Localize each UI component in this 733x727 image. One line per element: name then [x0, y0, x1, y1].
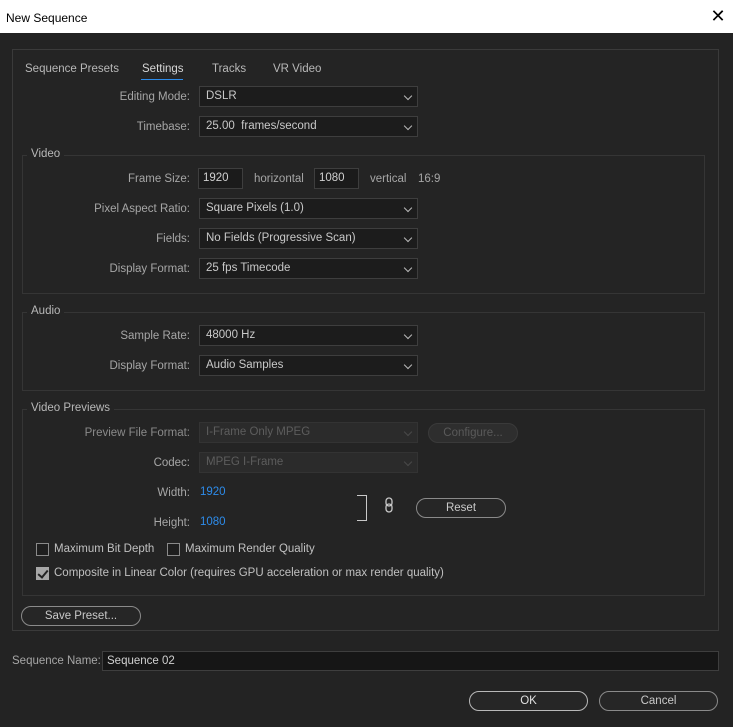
chevron-down-icon	[403, 121, 413, 131]
sequence-name-label: Sequence Name:	[12, 655, 101, 667]
chevron-down-icon	[403, 330, 413, 340]
pixel-aspect-value: Square Pixels (1.0)	[206, 202, 304, 214]
tab-sequence-presets[interactable]: Sequence Presets	[25, 63, 119, 75]
composite-linear-checkbox[interactable]	[36, 567, 49, 580]
preview-file-format-label: Preview File Format:	[84, 427, 190, 439]
vertical-label: vertical	[370, 173, 407, 185]
fields-value: No Fields (Progressive Scan)	[206, 232, 356, 244]
save-preset-button[interactable]: Save Preset...	[21, 606, 141, 626]
video-display-format-value: 25 fps Timecode	[206, 262, 291, 274]
preview-width-label: Width:	[157, 487, 190, 499]
link-icon[interactable]	[382, 496, 396, 514]
frame-width-input[interactable]: 1920	[198, 168, 243, 189]
chevron-down-icon	[403, 203, 413, 213]
horizontal-label: horizontal	[254, 173, 304, 185]
chevron-down-icon	[403, 360, 413, 370]
fields-dropdown[interactable]: No Fields (Progressive Scan)	[199, 228, 418, 249]
timebase-dropdown[interactable]: 25.00 frames/second	[199, 116, 418, 137]
video-display-format-label: Display Format:	[109, 263, 190, 275]
codec-label: Codec:	[153, 457, 190, 469]
timebase-value: 25.00 frames/second	[206, 120, 317, 132]
preview-width-value[interactable]: 1920	[200, 486, 226, 498]
sample-rate-dropdown[interactable]: 48000 Hz	[199, 325, 418, 346]
chevron-down-icon	[403, 263, 413, 273]
title-bar: New Sequence ✕	[0, 0, 733, 33]
active-tab-indicator	[141, 79, 183, 80]
tab-tracks[interactable]: Tracks	[212, 63, 246, 75]
timebase-label: Timebase:	[136, 121, 190, 133]
codec-value: MPEG I-Frame	[206, 456, 284, 468]
preview-file-format-dropdown[interactable]: I-Frame Only MPEG	[199, 422, 418, 443]
chevron-down-icon	[403, 427, 413, 437]
cancel-button[interactable]: Cancel	[599, 691, 718, 711]
sample-rate-label: Sample Rate:	[120, 330, 190, 342]
max-bit-depth-checkbox[interactable]	[36, 543, 49, 556]
composite-linear-label: Composite in Linear Color (requires GPU …	[54, 567, 444, 579]
frame-size-label: Frame Size:	[128, 173, 190, 185]
ok-button[interactable]: OK	[469, 691, 588, 711]
tab-settings[interactable]: Settings	[142, 63, 184, 75]
reset-button[interactable]: Reset	[416, 498, 506, 518]
close-icon[interactable]: ✕	[708, 6, 728, 26]
audio-display-format-label: Display Format:	[109, 360, 190, 372]
max-render-quality-checkbox[interactable]	[167, 543, 180, 556]
sequence-name-input[interactable]: Sequence 02	[102, 651, 719, 671]
configure-button[interactable]: Configure...	[428, 423, 518, 443]
editing-mode-dropdown[interactable]: DSLR	[199, 86, 418, 107]
preview-height-label: Height:	[153, 517, 190, 529]
video-group-title: Video	[27, 148, 65, 160]
max-render-quality-label: Maximum Render Quality	[185, 543, 315, 555]
tab-vr-video[interactable]: VR Video	[273, 63, 321, 75]
dimension-link-bracket	[357, 495, 367, 521]
chevron-down-icon	[403, 233, 413, 243]
max-bit-depth-label: Maximum Bit Depth	[54, 543, 155, 555]
preview-height-value[interactable]: 1080	[200, 516, 226, 528]
pixel-aspect-dropdown[interactable]: Square Pixels (1.0)	[199, 198, 418, 219]
chevron-down-icon	[403, 91, 413, 101]
chevron-down-icon	[403, 457, 413, 467]
pixel-aspect-label: Pixel Aspect Ratio:	[94, 203, 190, 215]
editing-mode-value: DSLR	[206, 90, 237, 102]
aspect-ratio-text: 16:9	[418, 173, 441, 185]
window-title: New Sequence	[6, 11, 88, 25]
video-previews-group-title: Video Previews	[27, 402, 115, 414]
audio-group-title: Audio	[27, 305, 65, 317]
fields-label: Fields:	[156, 233, 190, 245]
audio-group	[22, 312, 705, 391]
video-display-format-dropdown[interactable]: 25 fps Timecode	[199, 258, 418, 279]
preview-file-format-value: I-Frame Only MPEG	[206, 426, 311, 438]
audio-display-format-value: Audio Samples	[206, 359, 284, 371]
audio-display-format-dropdown[interactable]: Audio Samples	[199, 355, 418, 376]
sample-rate-value: 48000 Hz	[206, 329, 256, 341]
frame-height-input[interactable]: 1080	[314, 168, 359, 189]
editing-mode-label: Editing Mode:	[119, 91, 190, 103]
codec-dropdown[interactable]: MPEG I-Frame	[199, 452, 418, 473]
